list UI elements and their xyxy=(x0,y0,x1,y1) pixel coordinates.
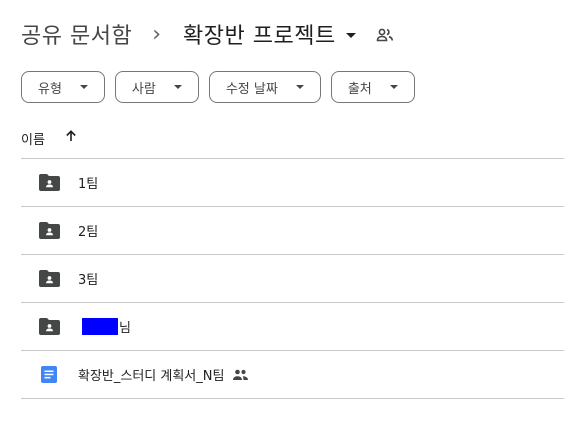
breadcrumb: 공유 문서함 › 확장반 프로젝트 xyxy=(21,17,394,51)
list-item[interactable]: 2팀 xyxy=(21,207,564,255)
chevron-down-icon xyxy=(79,85,88,89)
chevron-down-icon[interactable] xyxy=(345,33,356,38)
filter-people-chip[interactable]: 사람 xyxy=(114,71,199,103)
item-name: 1팀 xyxy=(78,177,99,192)
google-docs-icon xyxy=(39,366,60,383)
column-header-name[interactable]: 이름 xyxy=(21,124,77,152)
shared-folder-icon xyxy=(39,222,60,239)
shared-folder-icon xyxy=(39,318,60,335)
breadcrumb-separator: › xyxy=(152,21,162,47)
arrow-up-icon[interactable] xyxy=(65,130,77,146)
shared-folder-icon xyxy=(39,270,60,287)
item-name: 님 xyxy=(78,317,131,336)
filter-bar: 유형 사람 수정 날짜 출처 xyxy=(21,71,415,103)
shared-people-icon xyxy=(232,369,249,381)
list-item[interactable]: 님 xyxy=(21,303,564,351)
item-name: 2팀 xyxy=(78,225,99,240)
list-item[interactable]: 확장반_스터디 계획서_N팀 xyxy=(21,351,564,399)
redaction-block xyxy=(82,318,118,335)
breadcrumb-current-folder[interactable]: 확장반 프로젝트 xyxy=(183,18,336,50)
chevron-down-icon xyxy=(295,85,304,89)
item-name: 3팀 xyxy=(78,273,99,288)
filter-source-chip[interactable]: 출처 xyxy=(330,71,415,103)
chevron-down-icon xyxy=(173,85,182,89)
filter-modified-label: 수정 날짜 xyxy=(225,81,278,97)
item-name-suffix: 님 xyxy=(119,321,131,336)
column-header-name-label: 이름 xyxy=(21,132,45,148)
breadcrumb-shared-drives[interactable]: 공유 문서함 xyxy=(21,18,132,50)
list-item[interactable]: 1팀 xyxy=(21,159,564,207)
filter-type-chip[interactable]: 유형 xyxy=(21,71,105,103)
item-name: 확장반_스터디 계획서_N팀 xyxy=(78,369,225,384)
filter-modified-chip[interactable]: 수정 날짜 xyxy=(208,71,321,103)
filter-people-label: 사람 xyxy=(131,81,156,97)
shared-folder-icon xyxy=(39,174,60,191)
file-list: 1팀 2팀 3팀 님 확장반_스터디 계획서_N팀 xyxy=(21,158,564,399)
chevron-down-icon xyxy=(389,85,398,89)
list-item[interactable]: 3팀 xyxy=(21,255,564,303)
filter-source-label: 출처 xyxy=(347,81,372,97)
shared-drive-icon xyxy=(376,27,394,46)
filter-type-label: 유형 xyxy=(38,81,62,97)
